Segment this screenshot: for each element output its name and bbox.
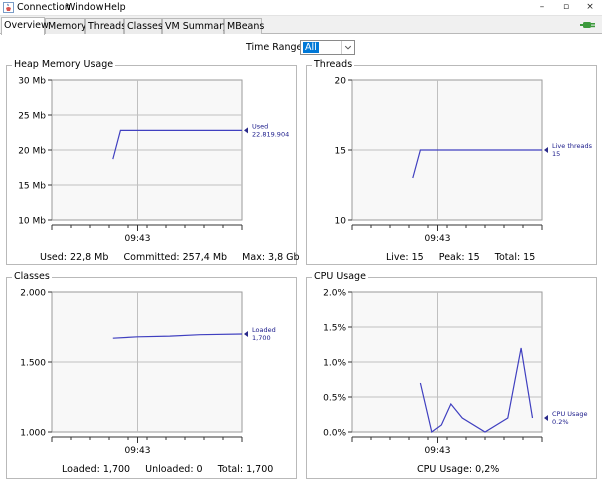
x-tick-label: 09:43: [425, 446, 451, 456]
y-tick-label: 20: [335, 77, 347, 87]
tab-classes[interactable]: Classes: [124, 18, 163, 34]
y-tick-label: 0.0%: [323, 429, 346, 439]
classes-stats: Loaded: 1,700 Unloaded: 0 Total: 1,700: [62, 464, 274, 475]
legend-label: Live threads: [552, 142, 593, 150]
cpu-usage-stats: CPU Usage: 0,2%: [417, 464, 500, 475]
cpu-usage-chart: 2.0% 1.5% 1.0% 0.5% 0.0% 09:43 CPU Usage0.2%: [323, 289, 588, 457]
menu-bar: Connection Window Help – ▫ ×: [0, 0, 602, 16]
x-tick-label: 09:43: [125, 234, 151, 244]
time-range-value: All: [303, 42, 319, 53]
menu-help[interactable]: Help: [104, 2, 126, 14]
y-tick-label: 30 Mb: [18, 77, 46, 87]
threads-stats: Live: 15 Peak: 15 Total: 15: [386, 252, 536, 263]
legend-marker: [244, 331, 248, 337]
threads-chart: 20151009:43Live threads15: [335, 77, 593, 245]
y-tick-label: 2.000: [20, 289, 46, 299]
tab-bar: Overview Memory Threads Classes VM Summa…: [0, 16, 602, 35]
y-tick-label: 0.5%: [323, 394, 346, 404]
y-tick-label: 1.0%: [323, 359, 346, 369]
y-tick-label: 15 Mb: [18, 182, 46, 192]
x-tick-label: 09:43: [425, 234, 451, 244]
y-tick-label: 10: [335, 217, 347, 227]
connected-icon[interactable]: [580, 19, 598, 31]
y-tick-label: 25 Mb: [18, 112, 46, 122]
y-tick-label: 10 Mb: [18, 217, 46, 227]
tab-threads[interactable]: Threads: [85, 18, 126, 34]
legend-value: 0.2%: [552, 418, 569, 426]
y-tick-label: 1.000: [20, 429, 46, 439]
y-tick-label: 15: [335, 147, 346, 157]
y-tick-label: 1.500: [20, 359, 46, 369]
minimize-button[interactable]: –: [532, 1, 552, 15]
legend-label: Used: [252, 122, 268, 130]
tab-overview[interactable]: Overview: [1, 17, 49, 35]
y-tick-label: 20 Mb: [18, 147, 46, 157]
java-app-icon: [3, 2, 14, 13]
close-button[interactable]: ×: [580, 1, 600, 15]
classes-chart: 2.000 1.500 1.000 09:43 Loaded1,700: [20, 289, 276, 457]
heap-memory-stats: Used: 22,8 Mb Committed: 257,4 Mb Max: 3…: [40, 252, 300, 263]
restore-button[interactable]: ▫: [556, 1, 576, 15]
menu-connection[interactable]: Connection: [17, 2, 71, 14]
legend-label: Loaded: [252, 326, 276, 334]
legend-label: CPU Usage: [552, 410, 588, 418]
time-range-label: Time Range:: [246, 42, 306, 53]
legend-value: 1,700: [252, 334, 271, 342]
legend-marker: [544, 147, 548, 153]
tab-memory[interactable]: Memory: [45, 18, 87, 34]
heap-memory-chart: 30 Mb 25 Mb 20 Mb 15 Mb 10 Mb 09:43 Used22.819…: [18, 77, 289, 245]
tab-mbeans[interactable]: MBeans: [224, 18, 264, 34]
tab-vm-summary[interactable]: VM Summary: [162, 18, 229, 34]
chevron-down-icon: [341, 41, 352, 54]
y-tick-label: 1.5%: [323, 324, 346, 334]
y-tick-label: 2.0%: [323, 289, 346, 299]
legend-marker: [244, 127, 248, 134]
menu-window[interactable]: Window: [66, 2, 103, 14]
legend-value: 22.819.904: [252, 130, 289, 138]
time-range-select[interactable]: All: [300, 40, 355, 55]
legend-value: 15: [552, 150, 560, 158]
x-tick-label: 09:43: [125, 446, 151, 456]
legend-marker: [544, 415, 548, 421]
